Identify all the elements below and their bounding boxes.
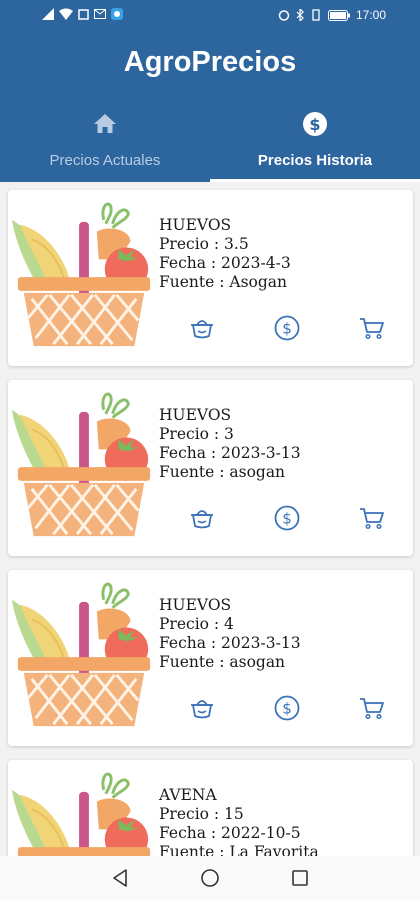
tab-precios-actuales[interactable]: Precios Actuales bbox=[0, 110, 210, 182]
product-source: Fuente : Asogan bbox=[159, 273, 287, 291]
cart-icon[interactable] bbox=[358, 504, 386, 532]
product-date: Fecha : 2023-4-3 bbox=[159, 254, 291, 272]
basket-icon[interactable] bbox=[188, 314, 216, 342]
card-details: HUEVOS Precio : 4 Fecha : 2023-3-13 Fuen… bbox=[159, 596, 301, 672]
cart-icon[interactable] bbox=[358, 314, 386, 342]
product-price: Precio : 3.5 bbox=[159, 235, 249, 253]
dollar-circle-icon[interactable]: $ bbox=[273, 694, 301, 722]
tab-precios-historia[interactable]: $ Precios Historia bbox=[210, 110, 420, 182]
product-date: Fecha : 2023-3-13 bbox=[159, 444, 301, 462]
back-icon[interactable] bbox=[108, 866, 132, 890]
product-name: AVENA bbox=[159, 786, 217, 804]
basket-icon[interactable] bbox=[188, 694, 216, 722]
product-name: HUEVOS bbox=[159, 216, 232, 234]
card-details: HUEVOS Precio : 3.5 Fecha : 2023-4-3 Fue… bbox=[159, 216, 291, 292]
svg-text:$: $ bbox=[282, 700, 292, 718]
app-notification-icon bbox=[111, 8, 123, 20]
card-actions: $ bbox=[8, 504, 413, 534]
svg-text:$: $ bbox=[309, 115, 320, 134]
status-icons-left bbox=[42, 8, 123, 20]
product-price: Precio : 3 bbox=[159, 425, 234, 443]
product-name: HUEVOS bbox=[159, 406, 232, 424]
app-header: AgroPrecios Precios Actuales $ Precios H… bbox=[0, 32, 420, 182]
product-date: Fecha : 2022-10-5 bbox=[159, 824, 301, 842]
product-price: Precio : 4 bbox=[159, 615, 234, 633]
status-time: 17:00 bbox=[355, 8, 386, 22]
alarm-icon bbox=[278, 10, 290, 21]
dollar-circle-icon[interactable]: $ bbox=[273, 504, 301, 532]
price-card[interactable]: HUEVOS Precio : 3 Fecha : 2023-3-13 Fuen… bbox=[8, 380, 413, 556]
price-card[interactable]: HUEVOS Precio : 3.5 Fecha : 2023-4-3 Fue… bbox=[8, 190, 413, 366]
price-card[interactable]: AVENA Precio : 15 Fecha : 2022-10-5 Fuen… bbox=[8, 760, 413, 856]
bluetooth-icon bbox=[296, 9, 304, 21]
card-details: AVENA Precio : 15 Fecha : 2022-10-5 Fuen… bbox=[159, 786, 319, 856]
signal-icon bbox=[42, 8, 54, 20]
price-history-list[interactable]: HUEVOS Precio : 3.5 Fecha : 2023-4-3 Fue… bbox=[0, 182, 420, 856]
vibrate-icon bbox=[312, 9, 320, 21]
wifi-icon bbox=[59, 8, 73, 20]
product-price: Precio : 15 bbox=[159, 805, 244, 823]
notification-icon bbox=[78, 8, 89, 20]
card-actions: $ bbox=[8, 314, 413, 344]
tab-label-precios-historia: Precios Historia bbox=[257, 152, 373, 169]
card-details: HUEVOS Precio : 3 Fecha : 2023-3-13 Fuen… bbox=[159, 406, 301, 482]
mail-icon bbox=[94, 9, 106, 19]
product-date: Fecha : 2023-3-13 bbox=[159, 634, 301, 652]
dollar-circle-icon[interactable]: $ bbox=[273, 314, 301, 342]
product-source: Fuente : La Favorita bbox=[159, 843, 319, 856]
svg-text:$: $ bbox=[282, 320, 292, 338]
status-bar: 17:00 bbox=[0, 0, 420, 32]
home-icon bbox=[94, 114, 116, 133]
status-icons-right: 17:00 bbox=[278, 8, 386, 22]
app-title: AgroPrecios bbox=[123, 46, 297, 78]
product-name: HUEVOS bbox=[159, 596, 232, 614]
cart-icon[interactable] bbox=[358, 694, 386, 722]
svg-text:$: $ bbox=[282, 510, 292, 528]
vegetable-basket-image bbox=[10, 772, 152, 856]
system-nav-bar bbox=[0, 856, 420, 900]
product-source: Fuente : asogan bbox=[159, 463, 286, 481]
battery-icon bbox=[327, 9, 350, 21]
recents-icon[interactable] bbox=[288, 866, 312, 890]
dollar-circle-icon: $ bbox=[303, 112, 327, 136]
card-actions: $ bbox=[8, 694, 413, 724]
tab-label-precios-actuales: Precios Actuales bbox=[49, 152, 161, 169]
home-circle-icon[interactable] bbox=[198, 866, 222, 890]
price-card[interactable]: HUEVOS Precio : 4 Fecha : 2023-3-13 Fuen… bbox=[8, 570, 413, 746]
product-source: Fuente : asogan bbox=[159, 653, 286, 671]
basket-icon[interactable] bbox=[188, 504, 216, 532]
